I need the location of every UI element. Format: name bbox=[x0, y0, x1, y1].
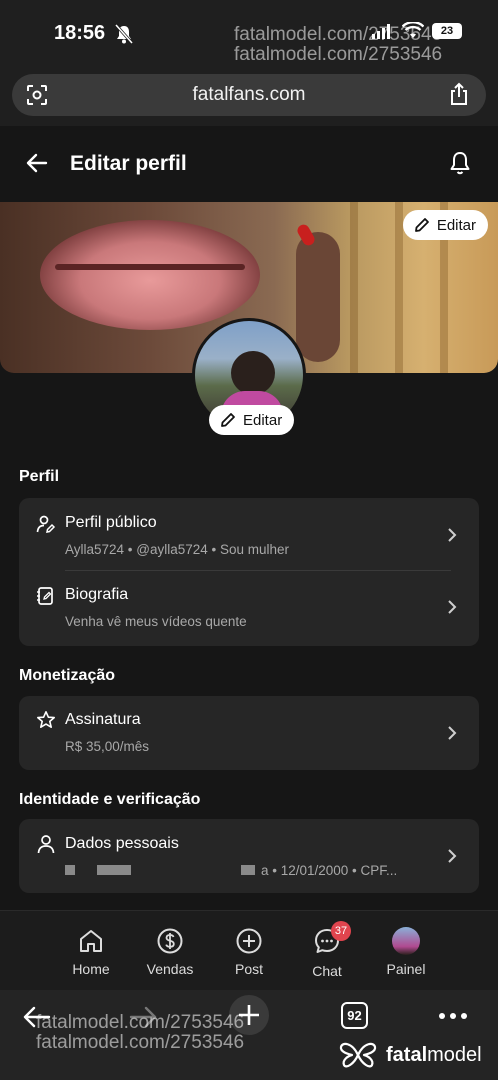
nav-post-label: Post bbox=[234, 961, 263, 977]
nav-panel[interactable]: Painel bbox=[366, 927, 446, 977]
dollar-circle-icon bbox=[157, 928, 183, 954]
edit-cover-button[interactable]: Editar bbox=[402, 210, 488, 240]
edit-cover-label: Editar bbox=[436, 216, 476, 234]
url-bar[interactable]: fatalfans.com bbox=[12, 74, 486, 116]
pencil-icon bbox=[221, 413, 235, 427]
chat-unread-badge: 37 bbox=[331, 921, 351, 941]
nav-post[interactable]: Post bbox=[209, 927, 289, 977]
brand-wordmark: fatalmodel bbox=[386, 1043, 482, 1066]
bio-label: Biografia bbox=[65, 586, 129, 603]
bell-muted-icon bbox=[115, 24, 133, 44]
chevron-right-icon bbox=[448, 726, 457, 740]
nav-home-label: Home bbox=[72, 961, 110, 977]
url-text[interactable]: fatalfans.com bbox=[12, 84, 486, 106]
user-icon bbox=[37, 835, 55, 854]
edit-avatar-button[interactable]: Editar bbox=[209, 405, 295, 435]
cover-photo-subject bbox=[40, 220, 260, 330]
more-options-icon[interactable] bbox=[438, 1012, 468, 1020]
redacted-block bbox=[241, 865, 255, 875]
nav-chat[interactable]: 37 Chat bbox=[287, 921, 367, 979]
public-profile-sub: Aylla5724 • @aylla5724 • Sou mulher bbox=[65, 542, 290, 557]
watermark-text: fatalmodel.com/2753546 bbox=[234, 24, 443, 45]
subscription-label: Assinatura bbox=[65, 711, 141, 728]
identity-card: Dados pessoais a • 12/01/2000 • CPF... bbox=[19, 819, 479, 893]
personal-data-sub: a • 12/01/2000 • CPF... bbox=[261, 863, 398, 878]
monetization-card: Assinatura R$ 35,00/mês bbox=[19, 696, 479, 770]
browser-toolbar: fatalfans.com bbox=[0, 68, 498, 126]
battery-level: 23 bbox=[440, 24, 454, 37]
back-arrow-icon[interactable] bbox=[24, 150, 50, 176]
bio-sub: Venha vê meus vídeos quente bbox=[65, 614, 247, 629]
brand-logo: fatalmodel bbox=[338, 1040, 482, 1070]
share-icon[interactable] bbox=[448, 82, 470, 106]
tabs-count-button[interactable]: 92 bbox=[341, 1002, 368, 1029]
notebook-edit-icon bbox=[37, 587, 53, 605]
plus-circle-icon bbox=[236, 928, 262, 954]
profile-card: Perfil público Aylla5724 • @aylla5724 • … bbox=[19, 498, 479, 646]
public-profile-row[interactable]: Perfil público Aylla5724 • @aylla5724 • … bbox=[19, 498, 479, 570]
app-header: Editar perfil bbox=[0, 126, 498, 202]
bottom-nav: Home Vendas Post 37 Chat Painel bbox=[0, 910, 498, 990]
watermark-text: fatalmodel.com/2753546 bbox=[234, 44, 443, 65]
status-time: 18:56 bbox=[54, 22, 106, 44]
edit-avatar-label: Editar bbox=[243, 411, 283, 429]
divider bbox=[65, 570, 451, 571]
user-edit-icon bbox=[36, 515, 56, 533]
redacted-block bbox=[65, 865, 75, 875]
nav-panel-label: Painel bbox=[386, 961, 426, 977]
section-title-monetizacao: Monetização bbox=[19, 667, 116, 684]
page-title: Editar perfil bbox=[70, 152, 187, 175]
chevron-right-icon bbox=[448, 528, 457, 542]
personal-data-label: Dados pessoais bbox=[65, 835, 179, 852]
butterfly-logo-icon bbox=[339, 1042, 377, 1068]
section-title-identidade: Identidade e verificação bbox=[19, 791, 201, 808]
personal-data-row[interactable]: Dados pessoais a • 12/01/2000 • CPF... bbox=[19, 819, 479, 893]
chevron-right-icon bbox=[448, 600, 457, 614]
section-title-perfil: Perfil bbox=[19, 468, 60, 485]
redacted-block bbox=[97, 865, 131, 875]
nav-chat-label: Chat bbox=[312, 963, 342, 979]
chevron-right-icon bbox=[448, 849, 457, 863]
subscription-price: R$ 35,00/mês bbox=[65, 739, 150, 754]
watermark-text: fatalmodel.com/2753546 bbox=[36, 1012, 245, 1033]
pencil-icon bbox=[414, 218, 429, 232]
watermark-text: fatalmodel.com/2753546 bbox=[36, 1032, 245, 1053]
bell-icon[interactable] bbox=[448, 150, 472, 176]
bio-row[interactable]: Biografia Venha vê meus vídeos quente bbox=[19, 572, 479, 644]
subscription-row[interactable]: Assinatura R$ 35,00/mês bbox=[19, 696, 479, 770]
star-icon bbox=[37, 711, 55, 728]
nav-sales[interactable]: Vendas bbox=[130, 927, 210, 977]
public-profile-label: Perfil público bbox=[65, 514, 157, 531]
home-icon bbox=[80, 930, 102, 952]
nav-home[interactable]: Home bbox=[51, 927, 131, 977]
nav-sales-label: Vendas bbox=[146, 961, 194, 977]
profile-avatar-thumbnail bbox=[392, 927, 420, 955]
